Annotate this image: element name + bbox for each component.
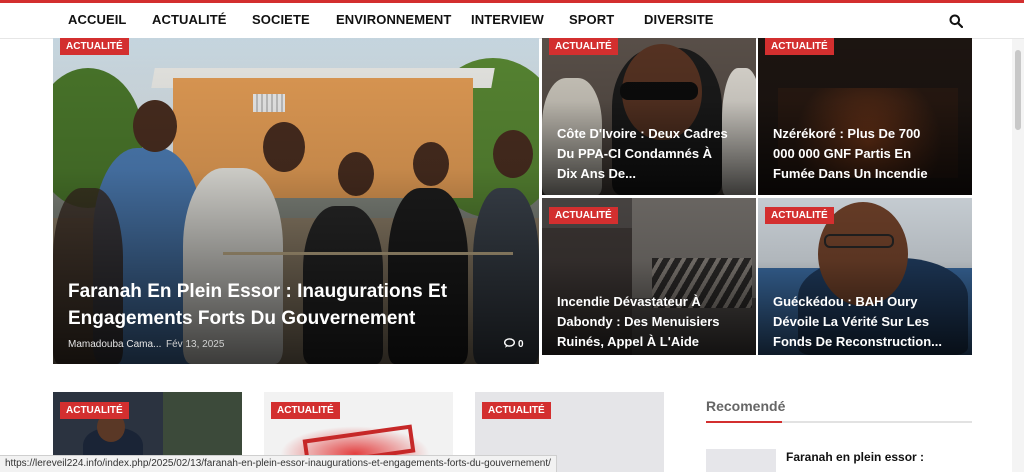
search-icon[interactable] xyxy=(949,14,963,28)
comment-icon xyxy=(503,338,516,348)
sidebar-article-link[interactable]: Faranah en plein essor : xyxy=(786,450,966,465)
tile-title-line[interactable]: Dix Ans De... xyxy=(557,166,636,181)
tile-title-line[interactable]: Guéckédou : BAH Oury xyxy=(773,294,917,309)
tile-title-line[interactable]: Côte D'Ivoire : Deux Cadres xyxy=(557,126,728,141)
article-tile[interactable]: ACTUALITÉ Côte D'Ivoire : Deux Cadres Du… xyxy=(542,38,756,195)
article-tile[interactable]: ACTUALITÉ Nzérékoré : Plus De 700 000 00… xyxy=(758,38,972,195)
category-badge[interactable]: ACTUALITÉ xyxy=(482,402,551,419)
article-tile[interactable]: ACTUALITÉ Guéckédou : BAH Oury Dévoile L… xyxy=(758,198,972,355)
post-date: Fév 13, 2025 xyxy=(166,339,225,350)
category-badge[interactable]: ACTUALITÉ xyxy=(765,38,834,55)
featured-title-line[interactable]: Faranah En Plein Essor : Inaugurations E… xyxy=(68,281,447,302)
featured-article[interactable]: ACTUALITÉ Faranah En Plein Essor : Inaug… xyxy=(53,38,539,364)
tile-title-line[interactable]: Fumée Dans Un Incendie xyxy=(773,166,928,181)
tile-title-line[interactable]: Du PPA-CI Condamnés À xyxy=(557,146,712,161)
tile-title[interactable]: Guéckédou : BAH Oury Dévoile La Vérité S… xyxy=(773,292,968,352)
category-badge[interactable]: ACTUALITÉ xyxy=(60,402,129,419)
nav-item-actualite[interactable]: ACTUALITÉ xyxy=(152,12,227,27)
category-badge[interactable]: ACTUALITÉ xyxy=(271,402,340,419)
tile-title-line[interactable]: Nzérékoré : Plus De 700 xyxy=(773,126,920,141)
featured-title-line[interactable]: Engagements Forts Du Gouvernement xyxy=(68,308,415,329)
sidebar-divider-accent xyxy=(706,421,782,423)
tile-title[interactable]: Côte D'Ivoire : Deux Cadres Du PPA-CI Co… xyxy=(557,124,752,184)
sidebar-thumbnail[interactable] xyxy=(706,449,776,472)
nav-item-accueil[interactable]: ACCUEIL xyxy=(68,12,126,27)
category-badge[interactable]: ACTUALITÉ xyxy=(765,207,834,224)
tile-title-line[interactable]: Dabondy : Des Menuisiers xyxy=(557,314,720,329)
nav-item-societe[interactable]: SOCIETE xyxy=(252,12,310,27)
category-badge[interactable]: ACTUALITÉ xyxy=(549,38,618,55)
category-badge[interactable]: ACTUALITÉ xyxy=(549,207,618,224)
tile-title-line[interactable]: Fonds De Reconstruction... xyxy=(773,334,942,349)
nav-item-environnement[interactable]: ENVIRONNEMENT xyxy=(336,12,451,27)
author-name[interactable]: Mamadouba Cama... xyxy=(68,339,161,350)
featured-title[interactable]: Faranah En Plein Essor : Inaugurations E… xyxy=(68,278,528,332)
tile-title-line[interactable]: Dévoile La Vérité Sur Les xyxy=(773,314,929,329)
sidebar-title: Recomendé xyxy=(706,398,786,414)
nav-item-interview[interactable]: INTERVIEW xyxy=(471,12,544,27)
article-tile[interactable]: ACTUALITÉ Incendie Dévastateur À Dabondy… xyxy=(542,198,756,355)
nav-item-diversite[interactable]: DIVERSITE xyxy=(644,12,714,27)
scrollbar-thumb[interactable] xyxy=(1015,50,1021,130)
comment-count[interactable]: 0 xyxy=(503,338,524,350)
tile-title[interactable]: Nzérékoré : Plus De 700 000 000 GNF Part… xyxy=(773,124,968,184)
tile-title-line[interactable]: Incendie Dévastateur À xyxy=(557,294,701,309)
browser-status-url: https://lereveil224.info/index.php/2025/… xyxy=(0,455,557,472)
main-navigation: ACCUEIL ACTUALITÉ SOCIETE ENVIRONNEMENT … xyxy=(0,3,1024,39)
comment-count-value: 0 xyxy=(518,339,524,350)
tile-title[interactable]: Incendie Dévastateur À Dabondy : Des Men… xyxy=(557,292,752,352)
tile-title-line[interactable]: Ruinés, Appel À L'Aide xyxy=(557,334,699,349)
nav-item-sport[interactable]: SPORT xyxy=(569,12,614,27)
tile-title-line[interactable]: 000 000 GNF Partis En xyxy=(773,146,911,161)
category-badge[interactable]: ACTUALITÉ xyxy=(60,38,129,55)
